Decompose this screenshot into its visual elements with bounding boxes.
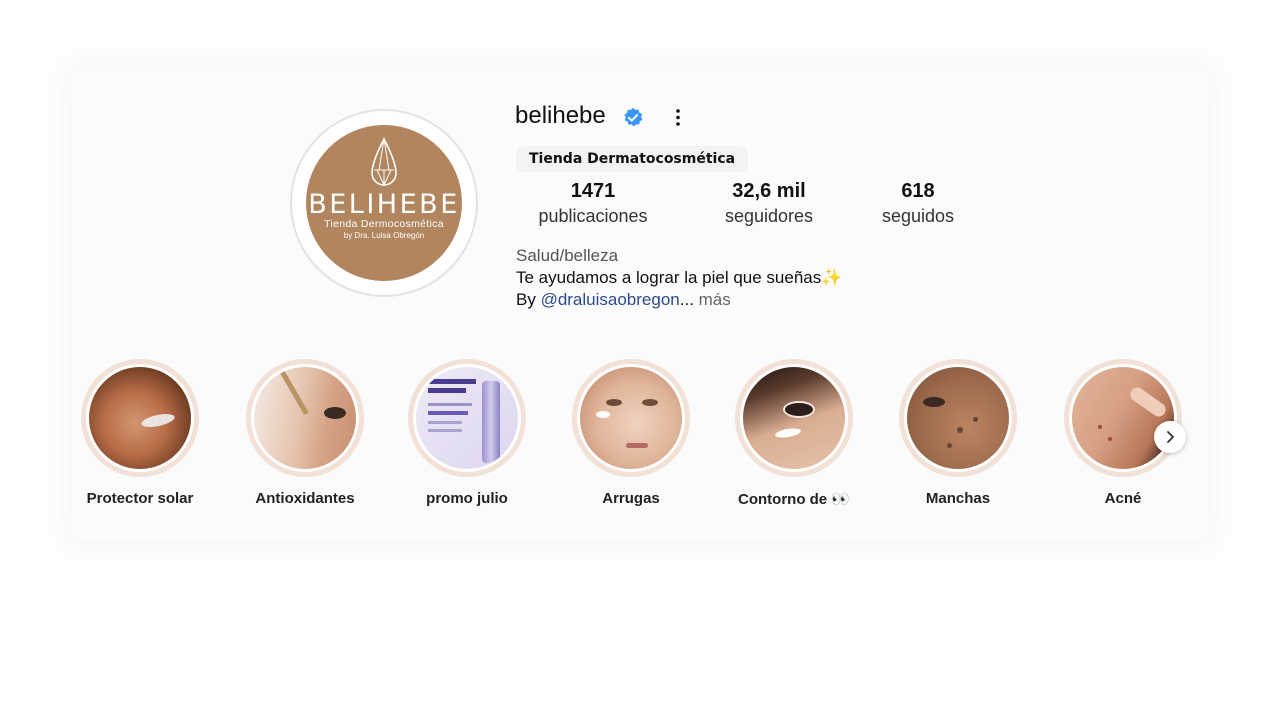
highlight-cover-image <box>743 367 845 469</box>
bio-more-link[interactable]: más <box>694 290 731 309</box>
bio-by-prefix: By <box>516 290 541 309</box>
highlight-ring <box>81 359 199 477</box>
highlight-cover-image <box>907 367 1009 469</box>
bio-ellipsis: ... <box>679 290 694 309</box>
highlight-cover-image <box>254 367 356 469</box>
highlight-ring <box>735 359 853 477</box>
bio-byline: By @draluisaobregon... más <box>516 289 842 311</box>
highlight-ring <box>408 359 526 477</box>
profile-username: belihebe <box>515 102 606 129</box>
category-pill: Tienda Dermatocosmética <box>516 146 749 172</box>
highlight-antioxidantes[interactable]: Antioxidantes <box>225 359 385 507</box>
highlight-label: Arrugas <box>602 490 660 507</box>
highlight-manchas[interactable]: Manchas <box>878 359 1038 507</box>
highlight-label: Protector solar <box>86 490 194 507</box>
verified-badge-icon <box>624 107 643 127</box>
highlight-promo-julio[interactable]: promo julio <box>387 359 547 507</box>
diamond-drop-logo-icon <box>371 137 397 187</box>
followers-count[interactable]: 32,6 mil seguidores <box>704 180 834 227</box>
highlight-cover-image <box>1072 367 1174 469</box>
highlight-label: Acné <box>1104 490 1142 507</box>
highlight-ring <box>572 359 690 477</box>
posts-label: publicaciones <box>538 206 648 226</box>
following-count[interactable]: 618 seguidos <box>870 180 966 227</box>
posts-value: 1471 <box>570 180 616 202</box>
more-options-icon[interactable] <box>668 107 688 129</box>
highlight-arrugas[interactable]: Arrugas <box>551 359 711 507</box>
highlight-label: Antioxidantes <box>255 490 355 507</box>
following-value: 618 <box>901 180 935 202</box>
highlight-ring <box>246 359 364 477</box>
bio-category: Salud/belleza <box>516 246 619 265</box>
followers-label: seguidores <box>724 206 814 226</box>
highlight-contorno[interactable]: Contorno de 👀 <box>714 359 874 508</box>
profile-bio: Salud/belleza Te ayudamos a lograr la pi… <box>516 245 842 311</box>
highlight-label: Manchas <box>925 490 991 507</box>
highlight-ring <box>899 359 1017 477</box>
following-label: seguidos <box>881 206 955 226</box>
highlights-next-button[interactable] <box>1154 421 1186 453</box>
highlight-protector-solar[interactable]: Protector solar <box>60 359 220 507</box>
posts-count[interactable]: 1471 publicaciones <box>525 180 661 227</box>
highlight-cover-image <box>89 367 191 469</box>
highlight-label: promo julio <box>426 490 508 507</box>
highlight-ring <box>1064 359 1182 477</box>
highlight-cover-image <box>416 367 518 469</box>
bio-line: Te ayudamos a lograr la piel que sueñas✨ <box>516 268 843 287</box>
bio-mention-link[interactable]: @draluisaobregon <box>541 290 680 309</box>
avatar-brand-text: BELIHEBE <box>308 189 460 220</box>
highlight-cover-image <box>580 367 682 469</box>
highlight-label: Contorno de 👀 <box>738 491 850 508</box>
chevron-right-icon <box>1167 431 1174 443</box>
avatar-tagline: Tienda Dermocosmética <box>324 218 444 230</box>
followers-value: 32,6 mil <box>732 180 806 202</box>
avatar-byline: by Dra. Luisa Obregón <box>343 231 425 240</box>
avatar[interactable]: BELIHEBE Tienda Dermocosmética by Dra. L… <box>306 125 462 281</box>
